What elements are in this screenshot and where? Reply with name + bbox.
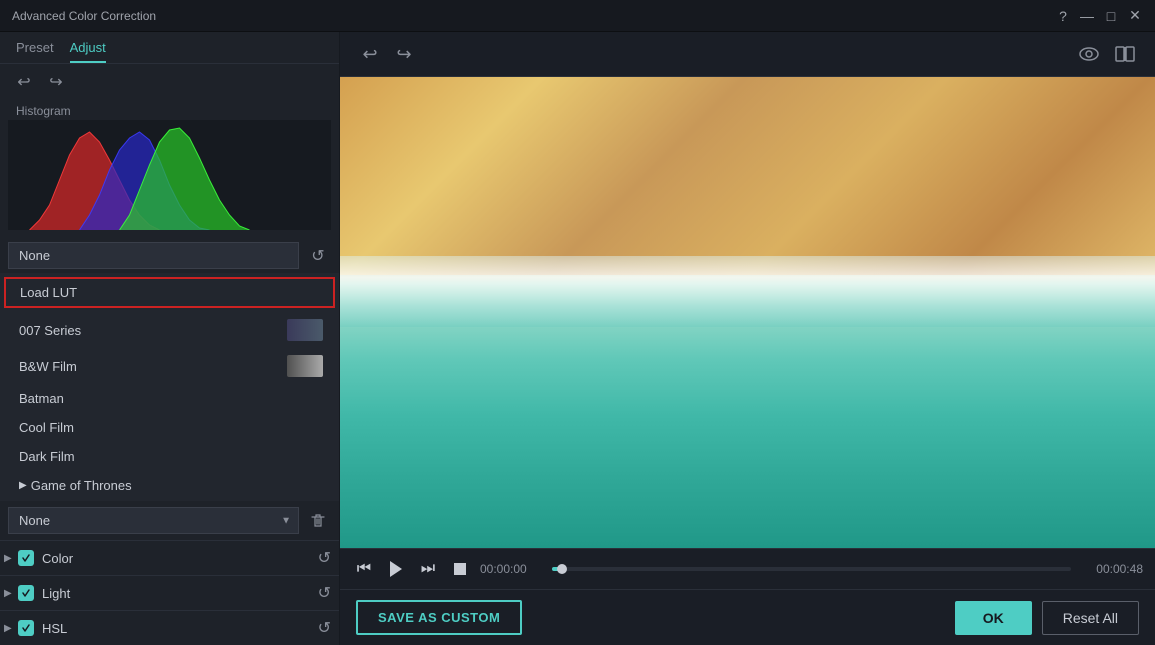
undo-btn[interactable]: ↩: [12, 70, 36, 94]
video-preview: [340, 77, 1155, 548]
load-lut-label: Load LUT: [20, 285, 77, 300]
eye-icon[interactable]: [1075, 40, 1103, 68]
window-title: Advanced Color Correction: [12, 9, 156, 23]
preset-select[interactable]: None: [8, 242, 299, 269]
wave-overlay: [340, 256, 1155, 327]
item-label: Dark Film: [19, 449, 75, 464]
second-dropdown-row: None ▼: [0, 501, 339, 540]
second-dropdown-wrapper: None ▼: [8, 507, 299, 534]
delete-btn[interactable]: [305, 508, 331, 534]
close-btn[interactable]: ✕: [1127, 8, 1143, 24]
right-panel: ↩ ↪: [340, 32, 1155, 645]
color-reset-icon[interactable]: ↺: [318, 548, 331, 568]
reset-all-btn[interactable]: Reset All: [1042, 601, 1139, 635]
histogram-svg: [8, 120, 331, 230]
list-item-darkfilm[interactable]: Dark Film: [0, 442, 339, 471]
color-checkbox[interactable]: [18, 550, 34, 566]
list-item-coolfim[interactable]: Cool Film: [0, 413, 339, 442]
tab-adjust[interactable]: Adjust: [70, 40, 106, 63]
left-toolbar: ↩ ↪: [0, 64, 339, 100]
preset-reset-btn[interactable]: ↺: [305, 243, 331, 269]
compare-icon[interactable]: [1111, 40, 1139, 68]
step-forward-btn[interactable]: ⏭: [416, 557, 440, 581]
color-label: Color: [42, 551, 318, 566]
item-label: B&W Film: [19, 359, 77, 374]
adj-hsl[interactable]: ▶ HSL ↺: [0, 610, 339, 645]
question-icon[interactable]: ?: [1055, 8, 1071, 24]
right-toolbar-right: [1075, 40, 1139, 68]
light-reset-icon[interactable]: ↺: [318, 583, 331, 603]
histogram-container: [8, 120, 331, 230]
title-bar: Advanced Color Correction ? — □ ✕: [0, 0, 1155, 32]
expand-icon-got: ▶: [19, 480, 27, 491]
title-bar-controls: ? — □ ✕: [1055, 8, 1143, 24]
adj-light[interactable]: ▶ Light ↺: [0, 575, 339, 610]
current-time: 00:00:00: [480, 562, 544, 576]
lut-list: Load LUT 007 Series B&W Film Batman Cool…: [0, 273, 339, 501]
play-btn[interactable]: [384, 557, 408, 581]
list-item-bw[interactable]: B&W Film: [0, 348, 339, 384]
left-panel: Preset Adjust ↩ ↪ Histogram None ↺: [0, 32, 340, 645]
expand-icon-hsl: ▶: [4, 623, 18, 634]
minimize-btn[interactable]: —: [1079, 8, 1095, 24]
bottom-bar: SAVE AS CUSTOM OK Reset All: [340, 589, 1155, 645]
tabs: Preset Adjust: [0, 32, 339, 64]
progress-bar[interactable]: [552, 567, 1071, 571]
hsl-checkbox[interactable]: [18, 620, 34, 636]
beach-scene: [340, 77, 1155, 548]
right-toolbar-left: ↩ ↪: [356, 40, 418, 68]
item-label: Cool Film: [19, 420, 74, 435]
title-bar-left: Advanced Color Correction: [12, 9, 156, 23]
right-actions: OK Reset All: [955, 601, 1139, 635]
histogram-label: Histogram: [0, 100, 339, 120]
total-time: 00:00:48: [1079, 562, 1143, 576]
expand-icon-color: ▶: [4, 553, 18, 564]
maximize-btn[interactable]: □: [1103, 8, 1119, 24]
adj-color[interactable]: ▶ Color ↺: [0, 540, 339, 575]
step-back-btn[interactable]: ⏮: [352, 557, 376, 581]
preview-swatch-bw: [287, 355, 323, 377]
save-custom-btn[interactable]: SAVE AS CUSTOM: [356, 600, 522, 635]
expand-icon-light: ▶: [4, 588, 18, 599]
list-item-got[interactable]: ▶ Game of Thrones: [0, 471, 339, 500]
ok-btn[interactable]: OK: [955, 601, 1032, 635]
right-toolbar: ↩ ↪: [340, 32, 1155, 77]
progress-handle[interactable]: [557, 564, 567, 574]
video-controls: ⏮ ⏭ 00:00:00 00:00:48: [340, 548, 1155, 589]
hsl-label: HSL: [42, 621, 318, 636]
tab-preset[interactable]: Preset: [16, 40, 54, 63]
sand-texture: [340, 77, 1155, 275]
preset-dropdown-row: None ↺: [0, 238, 339, 273]
list-item-007[interactable]: 007 Series: [0, 312, 339, 348]
main-layout: Preset Adjust ↩ ↪ Histogram None ↺: [0, 32, 1155, 645]
redo-btn-right[interactable]: ↪: [390, 40, 418, 68]
redo-btn[interactable]: ↪: [44, 70, 68, 94]
second-select[interactable]: None: [8, 507, 299, 534]
light-checkbox[interactable]: [18, 585, 34, 601]
item-label: 007 Series: [19, 323, 81, 338]
list-item-batman[interactable]: Batman: [0, 384, 339, 413]
item-label: Batman: [19, 391, 64, 406]
hsl-reset-icon[interactable]: ↺: [318, 618, 331, 638]
preview-swatch-007: [287, 319, 323, 341]
stop-btn[interactable]: [448, 557, 472, 581]
undo-btn-right[interactable]: ↩: [356, 40, 384, 68]
item-label: Game of Thrones: [31, 478, 132, 493]
load-lut-item[interactable]: Load LUT: [4, 277, 335, 308]
light-label: Light: [42, 586, 318, 601]
